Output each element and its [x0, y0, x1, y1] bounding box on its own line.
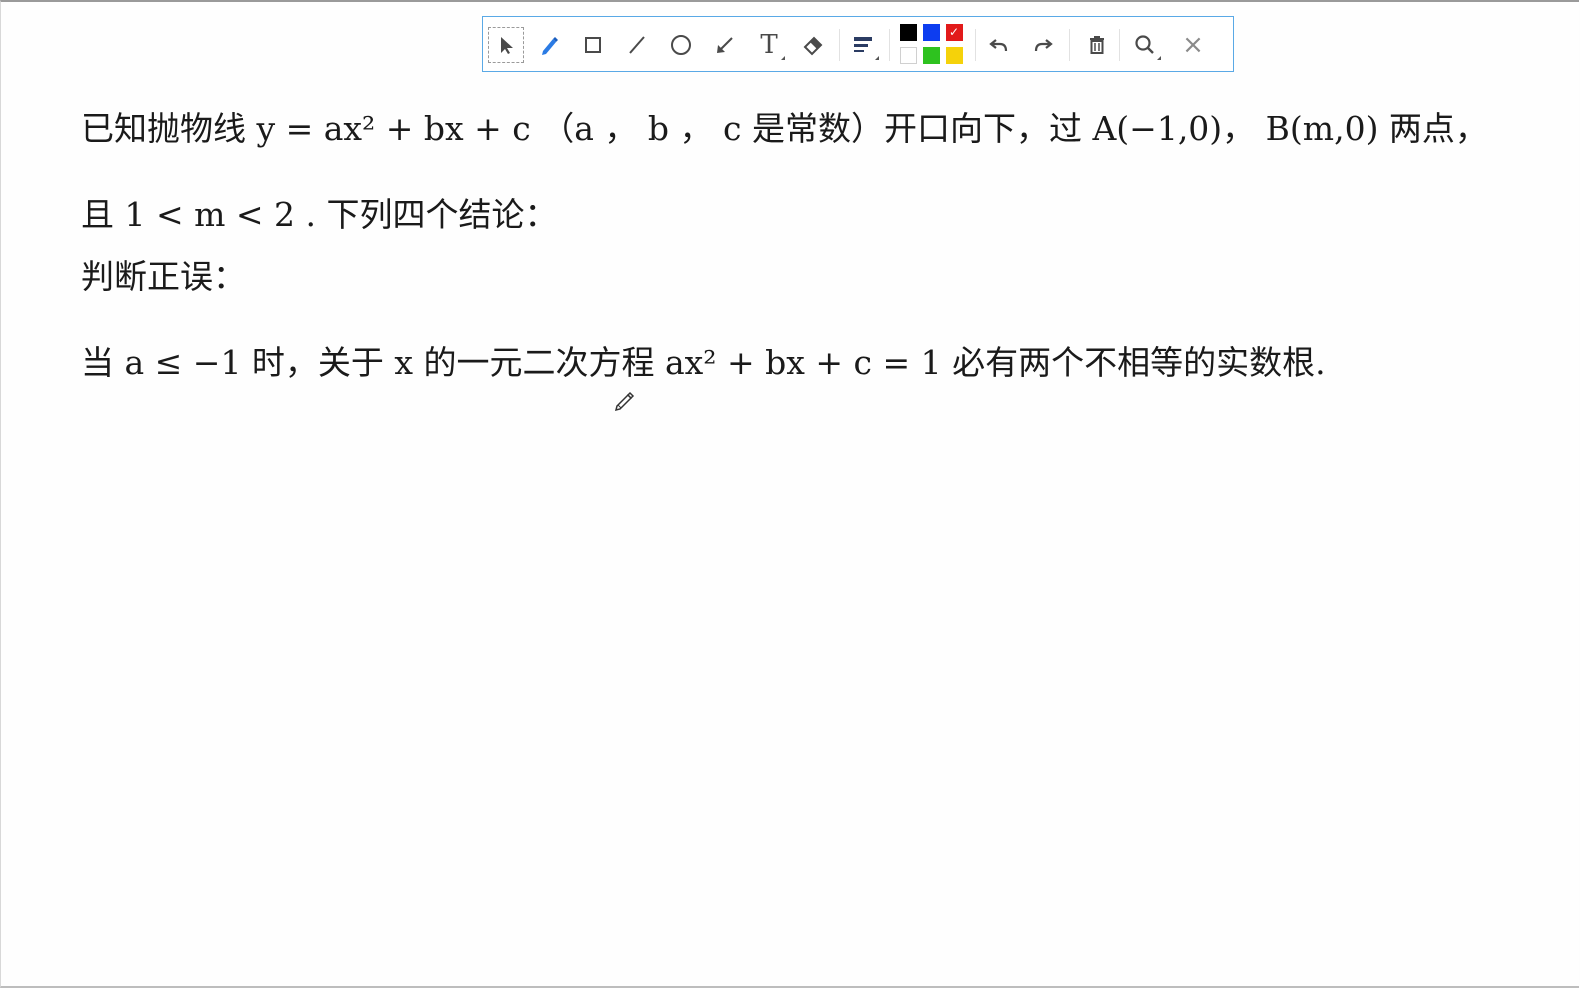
- judge-prompt: 判断正误：: [81, 257, 246, 296]
- text-icon: T: [760, 30, 778, 60]
- problem-statement-line-1: 已知抛物线 y = ax² + bx + c （a ， b ， c 是常数）开口…: [81, 109, 1488, 148]
- eraser-icon: [803, 36, 823, 56]
- trash-icon: [1090, 36, 1104, 54]
- color-green-swatch[interactable]: [923, 47, 940, 64]
- line-icon: [629, 36, 645, 54]
- line-tool-button[interactable]: [619, 27, 655, 63]
- pencil-cursor-icon: [614, 391, 635, 412]
- color-white-swatch[interactable]: [900, 47, 917, 64]
- pen-icon: [542, 37, 558, 55]
- undo-button[interactable]: [981, 27, 1017, 63]
- checkmark-icon: ✓: [949, 25, 960, 39]
- color-red-swatch[interactable]: ✓: [946, 24, 963, 41]
- arrow-icon: [717, 37, 733, 53]
- select-tool-button[interactable]: [488, 27, 524, 63]
- statement-to-judge: 当 a ≤ −1 时，关于 x 的一元二次方程 ax² + bx + c = 1…: [81, 343, 1326, 382]
- ellipse-tool-button[interactable]: [663, 27, 699, 63]
- close-toolbar-button[interactable]: ×: [1175, 27, 1211, 63]
- redo-icon: [1034, 39, 1053, 52]
- color-black-swatch[interactable]: [900, 24, 917, 41]
- zoom-button[interactable]: [1127, 27, 1163, 63]
- line-width-icon: [854, 37, 872, 52]
- circle-icon: [671, 35, 691, 55]
- rectangle-icon: [585, 37, 601, 53]
- annotation-toolbar: T ✓ ×: [482, 16, 1234, 72]
- line-width-button[interactable]: [845, 27, 881, 63]
- pen-tool-button[interactable]: [531, 27, 567, 63]
- color-yellow-swatch[interactable]: [946, 47, 963, 64]
- rectangle-tool-button[interactable]: [575, 27, 611, 63]
- close-icon: ×: [1182, 30, 1204, 60]
- arrow-tool-button[interactable]: [707, 27, 743, 63]
- undo-icon: [989, 39, 1008, 52]
- clear-all-button[interactable]: [1079, 27, 1115, 63]
- color-blue-swatch[interactable]: [923, 24, 940, 41]
- text-tool-button[interactable]: T: [751, 27, 787, 63]
- cursor-arrow-icon: [501, 37, 513, 54]
- redo-button[interactable]: [1025, 27, 1061, 63]
- problem-statement-line-2: 且 1 < m < 2 . 下列四个结论：: [81, 195, 558, 234]
- search-icon: [1135, 35, 1154, 54]
- whiteboard-canvas[interactable]: T ✓ × 已知抛物线 y = ax² + bx + c （a ， b ， c …: [0, 0, 1579, 988]
- eraser-tool-button[interactable]: [795, 27, 831, 63]
